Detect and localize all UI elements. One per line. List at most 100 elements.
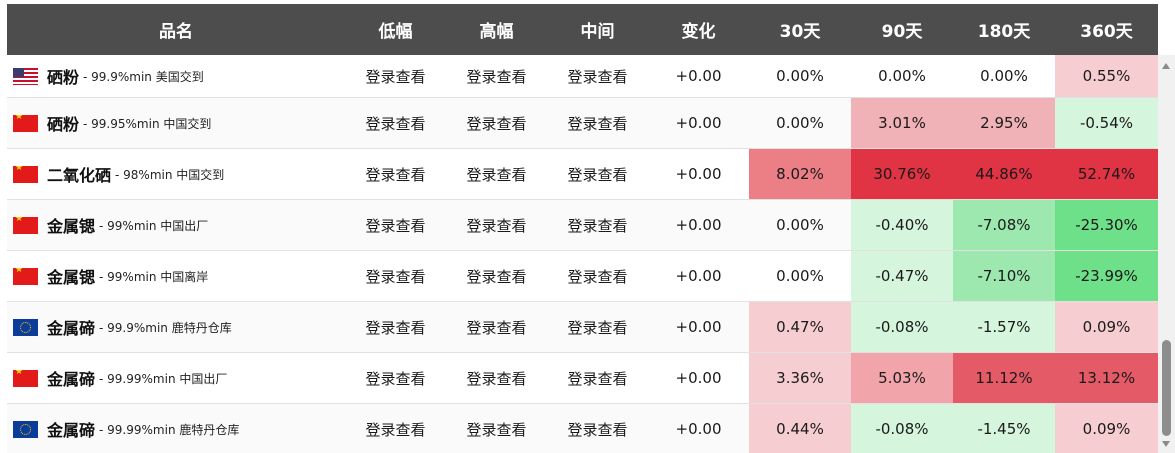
- product-cell: 硒粉 - 99.9%min 美国交到: [7, 55, 345, 98]
- header-360d[interactable]: 360天: [1055, 4, 1158, 55]
- vertical-scrollbar[interactable]: [1158, 55, 1175, 453]
- mid-value[interactable]: 登录查看: [547, 352, 648, 404]
- table-row: 金属锶 - 99%min 中国出厂 登录查看 登录查看 登录查看 +0.00 0.…: [7, 199, 1158, 251]
- header-change[interactable]: 变化: [648, 4, 749, 55]
- high-value[interactable]: 登录查看: [446, 199, 547, 251]
- change-value: +0.00: [648, 97, 749, 149]
- high-value[interactable]: 登录查看: [446, 250, 547, 302]
- pct-180d: 0.00%: [953, 55, 1055, 98]
- pct-360d: 52.74%: [1055, 148, 1158, 200]
- low-value[interactable]: 登录查看: [345, 352, 446, 404]
- high-value[interactable]: 登录查看: [446, 301, 547, 353]
- table-body: 硒粉 - 99.9%min 美国交到 登录查看 登录查看 登录查看 +0.00 0…: [7, 55, 1158, 453]
- pct-90d: 5.03%: [851, 352, 953, 404]
- pct-90d: 30.76%: [851, 148, 953, 200]
- mid-value[interactable]: 登录查看: [547, 250, 648, 302]
- low-value[interactable]: 登录查看: [345, 250, 446, 302]
- pct-90d: -0.47%: [851, 250, 953, 302]
- product-name[interactable]: 金属碲: [47, 421, 95, 440]
- pct-360d: 13.12%: [1055, 352, 1158, 404]
- product-spec: - 99.9%min 美国交到: [83, 69, 204, 84]
- cn-flag-icon: [13, 267, 38, 285]
- header-low[interactable]: 低幅: [345, 4, 446, 55]
- header-30d[interactable]: 30天: [749, 4, 851, 55]
- low-value[interactable]: 登录查看: [345, 148, 446, 200]
- pct-180d: -1.57%: [953, 301, 1055, 353]
- eu-flag-icon: [13, 318, 38, 336]
- product-spec: - 99%min 中国出厂: [99, 218, 209, 233]
- high-value[interactable]: 登录查看: [446, 97, 547, 149]
- product-name[interactable]: 二氧化硒: [47, 166, 111, 185]
- pct-30d: 0.00%: [749, 55, 851, 98]
- pct-90d: -0.08%: [851, 403, 953, 453]
- pct-90d: -0.08%: [851, 301, 953, 353]
- product-cell: 金属碲 - 99.99%min 中国出厂: [7, 352, 345, 404]
- header-name[interactable]: 品名: [7, 4, 345, 55]
- pct-30d: 0.00%: [749, 250, 851, 302]
- pct-90d: 3.01%: [851, 97, 953, 149]
- product-name[interactable]: 金属锶: [47, 217, 95, 236]
- low-value[interactable]: 登录查看: [345, 55, 446, 98]
- product-name[interactable]: 硒粉: [47, 68, 79, 87]
- scroll-up-arrow-icon[interactable]: [1162, 63, 1170, 69]
- mid-value[interactable]: 登录查看: [547, 148, 648, 200]
- us-flag-icon: [13, 67, 38, 85]
- high-value[interactable]: 登录查看: [446, 148, 547, 200]
- price-table-container: 品名 低幅 高幅 中间 变化 30天 90天 180天 360天 硒粉 - 99.…: [7, 4, 1158, 453]
- table-row: 金属锶 - 99%min 中国离岸 登录查看 登录查看 登录查看 +0.00 0.…: [7, 250, 1158, 302]
- high-value[interactable]: 登录查看: [446, 55, 547, 98]
- product-cell: 金属碲 - 99.99%min 鹿特丹仓库: [7, 403, 345, 453]
- product-spec: - 99.99%min 鹿特丹仓库: [99, 422, 240, 437]
- low-value[interactable]: 登录查看: [345, 301, 446, 353]
- header-high[interactable]: 高幅: [446, 4, 547, 55]
- low-value[interactable]: 登录查看: [345, 97, 446, 149]
- cn-flag-icon: [13, 114, 38, 132]
- eu-flag-icon: [13, 420, 38, 438]
- mid-value[interactable]: 登录查看: [547, 403, 648, 453]
- mid-value[interactable]: 登录查看: [547, 55, 648, 98]
- pct-180d: -7.10%: [953, 250, 1055, 302]
- pct-360d: -0.54%: [1055, 97, 1158, 149]
- pct-30d: 0.44%: [749, 403, 851, 453]
- pct-30d: 0.00%: [749, 97, 851, 149]
- cn-flag-icon: [13, 369, 38, 387]
- table-row: 金属碲 - 99.9%min 鹿特丹仓库 登录查看 登录查看 登录查看 +0.00…: [7, 301, 1158, 353]
- header-90d[interactable]: 90天: [851, 4, 953, 55]
- pct-360d: -25.30%: [1055, 199, 1158, 251]
- mid-value[interactable]: 登录查看: [547, 199, 648, 251]
- product-cell: 金属锶 - 99%min 中国出厂: [7, 199, 345, 251]
- cn-flag-icon: [13, 216, 38, 234]
- product-name[interactable]: 金属碲: [47, 370, 95, 389]
- product-name[interactable]: 金属锶: [47, 268, 95, 287]
- product-name[interactable]: 硒粉: [47, 115, 79, 134]
- low-value[interactable]: 登录查看: [345, 403, 446, 453]
- product-cell: 硒粉 - 99.95%min 中国交到: [7, 97, 345, 149]
- change-value: +0.00: [648, 250, 749, 302]
- high-value[interactable]: 登录查看: [446, 403, 547, 453]
- pct-180d: 11.12%: [953, 352, 1055, 404]
- pct-360d: -23.99%: [1055, 250, 1158, 302]
- change-value: +0.00: [648, 403, 749, 453]
- pct-30d: 8.02%: [749, 148, 851, 200]
- change-value: +0.00: [648, 148, 749, 200]
- product-spec: - 99.95%min 中国交到: [83, 116, 212, 131]
- pct-30d: 3.36%: [749, 352, 851, 404]
- table-header: 品名 低幅 高幅 中间 变化 30天 90天 180天 360天: [7, 4, 1158, 55]
- product-spec: - 98%min 中国交到: [115, 167, 225, 182]
- product-spec: - 99.99%min 中国出厂: [99, 371, 228, 386]
- high-value[interactable]: 登录查看: [446, 352, 547, 404]
- table-row: 金属碲 - 99.99%min 中国出厂 登录查看 登录查看 登录查看 +0.00…: [7, 352, 1158, 404]
- change-value: +0.00: [648, 199, 749, 251]
- mid-value[interactable]: 登录查看: [547, 301, 648, 353]
- pct-360d: 0.55%: [1055, 55, 1158, 98]
- scrollbar-thumb[interactable]: [1162, 340, 1171, 436]
- product-name[interactable]: 金属碲: [47, 319, 95, 338]
- low-value[interactable]: 登录查看: [345, 199, 446, 251]
- scroll-down-arrow-icon[interactable]: [1162, 441, 1170, 447]
- header-mid[interactable]: 中间: [547, 4, 648, 55]
- mid-value[interactable]: 登录查看: [547, 97, 648, 149]
- pct-180d: 44.86%: [953, 148, 1055, 200]
- product-spec: - 99.9%min 鹿特丹仓库: [99, 320, 232, 335]
- header-180d[interactable]: 180天: [953, 4, 1055, 55]
- product-cell: 金属锶 - 99%min 中国离岸: [7, 250, 345, 302]
